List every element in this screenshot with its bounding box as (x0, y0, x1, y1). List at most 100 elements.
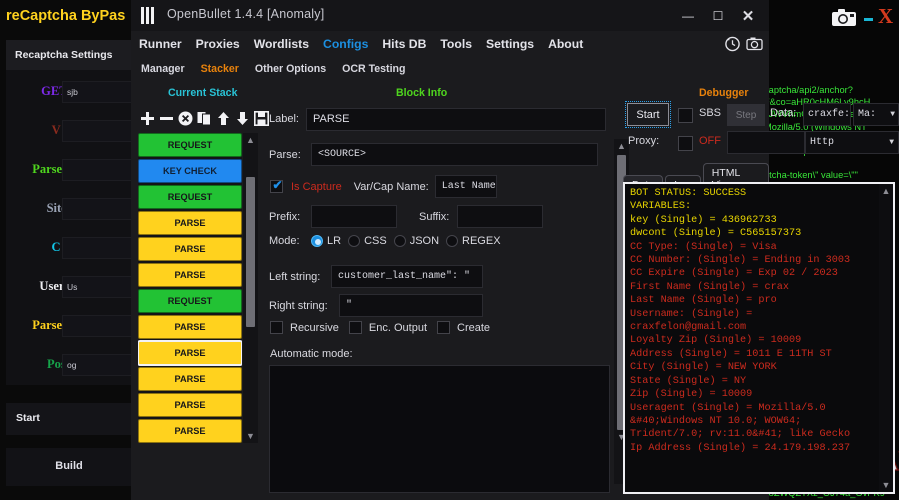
submenu-item-manager[interactable]: Manager (141, 63, 185, 75)
screenshot-camera-icon[interactable] (746, 35, 763, 52)
menu-item-wordlists[interactable]: Wordlists (254, 37, 309, 51)
stack-block[interactable]: REQUEST (138, 289, 242, 313)
stack-block[interactable]: PARSE (138, 340, 242, 366)
submenu-item-other-options[interactable]: Other Options (255, 63, 326, 75)
proxy-checkbox[interactable] (678, 136, 693, 151)
mode-radio-lr[interactable] (311, 235, 323, 247)
menu-item-tools[interactable]: Tools (440, 37, 472, 51)
mode-radio-regex[interactable] (446, 235, 459, 247)
recursive-label: Recursive (290, 321, 339, 334)
mode-label-regex: REGEX (462, 235, 501, 247)
stack-block-list[interactable]: REQUEST KEY CHECK REQUEST PARSE PARSE PARSE RE… (138, 133, 242, 443)
right-string-input[interactable]: " (339, 294, 483, 317)
variable-line: Username: (Single) = craxfelon@gmail.com (630, 308, 759, 334)
stack-block[interactable]: PARSE (138, 367, 242, 391)
proxy-type-select[interactable]: Http ▼ (805, 131, 899, 154)
recursive-checkbox[interactable] (270, 321, 283, 334)
close-x-icon[interactable]: X (878, 4, 893, 29)
stack-scroll-thumb[interactable] (246, 177, 255, 327)
stack-block[interactable]: KEY CHECK (138, 159, 242, 183)
variable-line: State (Single) = NY (630, 375, 747, 387)
menu-item-configs[interactable]: Configs (323, 37, 368, 51)
variable-line: Ip Address (Single) = 24.179.198.237 (630, 442, 851, 454)
add-icon[interactable] (140, 109, 155, 127)
menu-item-runner[interactable]: Runner (139, 37, 182, 51)
is-capture-row: Is Capture Var/Cap Name: Last Name (270, 175, 497, 198)
submenu-item-ocr-testing[interactable]: OCR Testing (342, 63, 405, 75)
mode-option-json[interactable]: JSON (393, 235, 439, 247)
stack-block[interactable]: REQUEST (138, 185, 242, 209)
data-label: Data: (770, 107, 797, 119)
stack-block[interactable]: PARSE (138, 263, 242, 287)
remove-icon[interactable] (159, 109, 174, 127)
menu-item-settings[interactable]: Settings (486, 37, 534, 51)
background-start-panel[interactable]: Start (6, 403, 132, 435)
restore-clock-icon[interactable] (724, 35, 741, 52)
menu-item-proxies[interactable]: Proxies (196, 37, 240, 51)
right-string-caption: Right string: (269, 299, 328, 312)
mode-option-css[interactable]: CSS (348, 235, 387, 247)
sbs-checkbox[interactable] (678, 108, 693, 123)
parse-source-input[interactable]: <SOURCE> (311, 143, 598, 166)
automatic-mode-label: Automatic mode: (270, 348, 353, 360)
varcap-name-input[interactable]: Last Name (434, 175, 497, 198)
menu-right-icons (724, 35, 763, 52)
proxy-type-chevron-down-icon[interactable]: ▼ (889, 138, 894, 147)
openbullet-window: OpenBullet 1.4.4 [Anomaly] — ☐ ✕ Runner P… (131, 0, 899, 500)
stack-toolbar (136, 105, 269, 131)
step-button[interactable]: Step (727, 104, 765, 126)
background-build-button[interactable]: Build (6, 448, 132, 486)
camera-icon[interactable] (832, 8, 858, 28)
submenu-item-stacker[interactable]: Stacker (201, 63, 239, 75)
is-capture-checkbox[interactable] (270, 178, 284, 193)
main-menu-items: Runner Proxies Wordlists Configs Hits DB Tool… (139, 31, 583, 57)
move-up-icon[interactable] (216, 109, 231, 127)
menu-item-about[interactable]: About (548, 37, 583, 51)
save-icon[interactable] (254, 109, 269, 127)
mode-radio-json[interactable] (393, 235, 406, 247)
window-title: OpenBullet 1.4.4 [Anomaly] (167, 7, 325, 21)
debugger-scroll-down-icon[interactable]: ▼ (879, 480, 893, 490)
stack-block[interactable]: PARSE (138, 237, 242, 261)
stack-block[interactable]: PARSE (138, 211, 242, 235)
clear-icon[interactable] (178, 109, 193, 127)
stack-block[interactable]: REQUEST (138, 133, 242, 157)
bot-status-line: BOT STATUS: SUCCESS (630, 188, 747, 199)
close-button[interactable]: ✕ (733, 5, 763, 27)
stack-block[interactable]: PARSE (138, 393, 242, 417)
mode-radio-css[interactable] (348, 235, 361, 247)
stack-block[interactable]: PARSE (138, 315, 242, 339)
proxy-input[interactable] (727, 131, 805, 154)
wordlist-type-chevron-down-icon[interactable]: ▼ (853, 103, 899, 126)
move-down-icon[interactable] (235, 109, 250, 127)
mode-option-regex[interactable]: REGEX (446, 235, 501, 247)
mode-option-lr[interactable]: LR (311, 235, 341, 247)
block-scroll-up-icon[interactable]: ▲ (617, 139, 626, 153)
enc-output-checkbox[interactable] (348, 321, 362, 334)
maximize-button[interactable]: ☐ (703, 5, 733, 27)
variable-line: Zip (Single) = 10009 (630, 389, 753, 401)
block-label-caption: Label: (269, 113, 299, 125)
clone-icon[interactable] (197, 109, 212, 127)
variable-line: First Name (Single) = crax (630, 281, 789, 293)
mode-row: Mode: LR CSS JSON REGEX (269, 235, 501, 247)
debugger-scrollbar[interactable]: ▲ ▼ (879, 184, 893, 492)
debugger-scroll-up-icon[interactable]: ▲ (879, 186, 893, 196)
suffix-input[interactable] (457, 205, 543, 228)
stack-scroll-down-icon[interactable]: ▼ (246, 429, 255, 443)
debugger-output[interactable]: BOT STATUS: SUCCESS VARIABLES: key (Single… (623, 182, 895, 494)
stack-block[interactable]: PARSE (138, 419, 242, 443)
create-checkbox[interactable] (437, 321, 450, 334)
debugger-start-button[interactable]: Start (625, 101, 671, 128)
block-label-input[interactable]: PARSE (305, 107, 606, 131)
stack-scrollbar[interactable]: ▲ ▼ (243, 133, 258, 443)
mode-caption: Mode: (269, 235, 300, 247)
stack-scroll-up-icon[interactable]: ▲ (246, 133, 255, 147)
automatic-mode-textarea[interactable] (269, 365, 610, 493)
variable-line: dwcont (Single) = C565157373 (630, 228, 802, 240)
minimize-button[interactable]: — (673, 5, 703, 27)
prefix-input[interactable] (311, 205, 397, 228)
left-string-input[interactable]: customer_last_name": " (331, 265, 483, 288)
menu-item-hits-db[interactable]: Hits DB (382, 37, 426, 51)
data-value-input[interactable]: craxfe: (803, 103, 851, 126)
